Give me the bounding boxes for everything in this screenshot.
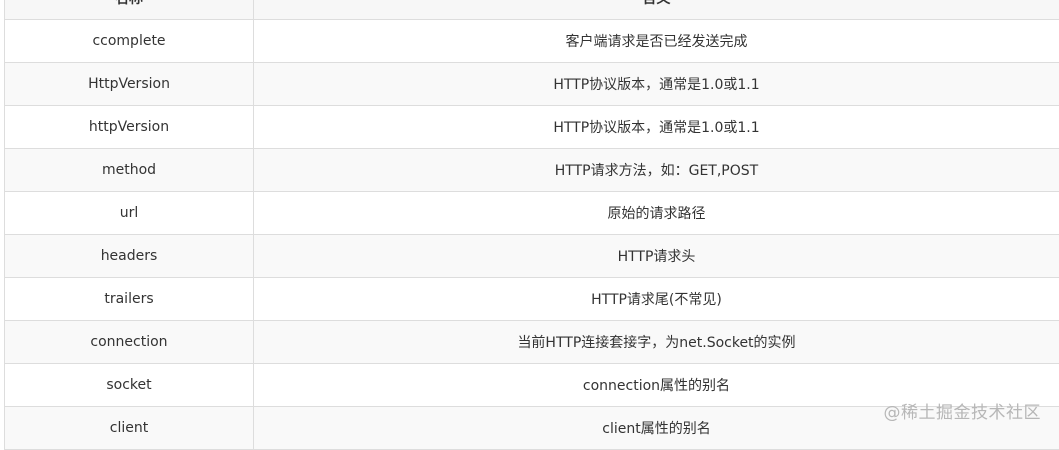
cell-meaning: HTTP协议版本，通常是1.0或1.1 [254, 106, 1059, 149]
properties-table: 名称 含义 ccomplete 客户端请求是否已经发送完成 HttpVersio… [4, 0, 1059, 450]
cell-name: client [5, 407, 254, 450]
table-header-row: 名称 含义 [5, 0, 1059, 20]
watermark: @稀土掘金技术社区 [884, 398, 1042, 423]
cell-name: headers [5, 235, 254, 278]
cell-name: connection [5, 321, 254, 364]
header-meaning: 含义 [254, 0, 1059, 20]
header-name: 名称 [5, 0, 254, 20]
table-row: headers HTTP请求头 [5, 235, 1059, 278]
table-row: ccomplete 客户端请求是否已经发送完成 [5, 20, 1059, 63]
cell-meaning: HTTP请求方法，如：GET,POST [254, 149, 1059, 192]
cell-meaning: 当前HTTP连接套接字，为net.Socket的实例 [254, 321, 1059, 364]
table-row: httpVersion HTTP协议版本，通常是1.0或1.1 [5, 106, 1059, 149]
cell-name: socket [5, 364, 254, 407]
cell-name: method [5, 149, 254, 192]
cell-name: httpVersion [5, 106, 254, 149]
cell-meaning: HTTP协议版本，通常是1.0或1.1 [254, 63, 1059, 106]
cell-name: ccomplete [5, 20, 254, 63]
table-row: method HTTP请求方法，如：GET,POST [5, 149, 1059, 192]
cell-meaning: 客户端请求是否已经发送完成 [254, 20, 1059, 63]
cell-name: trailers [5, 278, 254, 321]
cell-meaning: HTTP请求头 [254, 235, 1059, 278]
properties-table-container: 名称 含义 ccomplete 客户端请求是否已经发送完成 HttpVersio… [4, 0, 1059, 450]
table-row: trailers HTTP请求尾(不常见) [5, 278, 1059, 321]
table-row: HttpVersion HTTP协议版本，通常是1.0或1.1 [5, 63, 1059, 106]
cell-meaning: HTTP请求尾(不常见) [254, 278, 1059, 321]
cell-name: url [5, 192, 254, 235]
table-row: connection 当前HTTP连接套接字，为net.Socket的实例 [5, 321, 1059, 364]
table-row: url 原始的请求路径 [5, 192, 1059, 235]
cell-meaning: 原始的请求路径 [254, 192, 1059, 235]
cell-name: HttpVersion [5, 63, 254, 106]
